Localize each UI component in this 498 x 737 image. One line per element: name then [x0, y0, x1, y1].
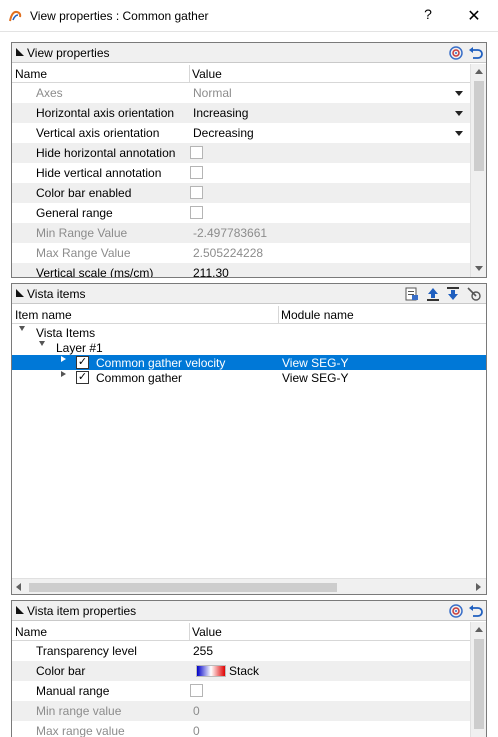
dropdown-arrow-icon[interactable] [455, 131, 463, 136]
view-properties-panel: View properties Name Value Axes Normal H… [11, 42, 487, 278]
hide-horizontal-annotation-checkbox[interactable] [190, 146, 203, 159]
scrollbar-thumb[interactable] [474, 81, 484, 171]
property-row-hide-horizontal-annotation[interactable]: Hide horizontal annotation [12, 143, 470, 163]
item-visibility-checkbox[interactable]: ✓ [76, 371, 89, 384]
expand-arrow-icon[interactable] [61, 356, 66, 362]
app-logo-icon [9, 10, 22, 22]
property-row-max-range-value[interactable]: Max range value 0 [12, 721, 470, 737]
panel-title: Vista item properties [27, 604, 137, 618]
expand-arrow-icon[interactable] [39, 341, 45, 346]
close-button[interactable]: ✕ [462, 6, 486, 26]
view-properties-column-header: Name Value [12, 65, 470, 83]
target-icon[interactable] [448, 603, 464, 619]
help-button[interactable]: ? [418, 6, 438, 26]
panel-title: Vista items [27, 287, 86, 301]
move-down-icon[interactable] [445, 286, 461, 302]
column-name-header[interactable]: Name [15, 625, 47, 639]
property-row-min-range-value[interactable]: Min range value 0 [12, 701, 470, 721]
property-row-hide-vertical-annotation[interactable]: Hide vertical annotation [12, 163, 470, 183]
scroll-left-icon[interactable] [16, 583, 21, 591]
target-icon[interactable] [448, 45, 464, 61]
vista-items-panel: Vista items Item name Module name Vista … [11, 283, 487, 595]
dropdown-arrow-icon[interactable] [455, 111, 463, 116]
scroll-down-icon[interactable] [475, 266, 483, 271]
column-name-header[interactable]: Name [15, 67, 47, 81]
property-row-axes[interactable]: Axes Normal [12, 83, 470, 103]
property-row-transparency-level[interactable]: Transparency level 255 [12, 641, 470, 661]
vista-item-properties-panel: Vista item properties Name Value Transpa… [11, 600, 487, 737]
scrollbar-thumb[interactable] [474, 639, 484, 729]
vista-item-properties-header: Vista item properties [12, 601, 486, 621]
scroll-up-icon[interactable] [475, 627, 483, 632]
hide-vertical-annotation-checkbox[interactable] [190, 166, 203, 179]
reset-icon[interactable] [468, 45, 484, 61]
property-row-color-bar-enabled[interactable]: Color bar enabled [12, 183, 470, 203]
item-module: View SEG-Y [282, 371, 349, 385]
tree-node-vista-items[interactable]: Vista Items [12, 325, 470, 340]
column-value-header[interactable]: Value [192, 67, 222, 81]
general-range-checkbox[interactable] [190, 206, 203, 219]
property-row-color-bar[interactable]: Color bar Stack [12, 661, 470, 681]
property-row-vertical-scale[interactable]: Vertical scale (ms/cm) 211.30 [12, 263, 470, 277]
scroll-right-icon[interactable] [476, 583, 481, 591]
collapse-triangle-icon[interactable] [16, 48, 24, 56]
scrollbar-thumb[interactable] [29, 583, 337, 592]
property-row-max-range-value[interactable]: Max Range Value 2.505224228 [12, 243, 470, 263]
vista-item-properties-scrollbar[interactable] [470, 622, 486, 737]
reset-icon[interactable] [468, 603, 484, 619]
property-row-horizontal-axis-orientation[interactable]: Horizontal axis orientation Increasing [12, 103, 470, 123]
item-module: View SEG-Y [282, 356, 349, 370]
column-item-name-header[interactable]: Item name [15, 308, 72, 322]
collapse-triangle-icon[interactable] [16, 289, 24, 297]
expand-arrow-icon[interactable] [61, 371, 66, 377]
column-value-header[interactable]: Value [192, 625, 222, 639]
tree-item-common-gather[interactable]: ✓ Common gather View SEG-Y [12, 370, 470, 385]
item-name: Common gather velocity [96, 356, 226, 370]
move-up-icon[interactable] [425, 286, 441, 302]
scroll-up-icon[interactable] [475, 69, 483, 74]
tree-item-common-gather-velocity[interactable]: ✓ Common gather velocity View SEG-Y [12, 355, 486, 370]
vista-item-properties-column-header: Name Value [12, 623, 470, 641]
property-row-manual-range[interactable]: Manual range [12, 681, 470, 701]
manual-range-checkbox[interactable] [190, 684, 203, 697]
collapse-triangle-icon[interactable] [16, 606, 24, 614]
item-visibility-checkbox[interactable]: ✓ [76, 356, 89, 369]
properties-icon[interactable] [404, 286, 420, 302]
title-bar: View properties : Common gather ? ✕ [0, 0, 498, 32]
tree-node-layer[interactable]: Layer #1 [12, 340, 470, 355]
property-row-general-range[interactable]: General range [12, 203, 470, 223]
window-title: View properties : Common gather [30, 9, 209, 23]
item-name: Common gather [96, 371, 183, 385]
vista-items-horizontal-scrollbar[interactable] [12, 578, 486, 594]
remove-icon[interactable] [466, 286, 482, 302]
property-row-vertical-axis-orientation[interactable]: Vertical axis orientation Decreasing [12, 123, 470, 143]
color-bar-swatch[interactable] [196, 665, 226, 677]
view-properties-scrollbar[interactable] [470, 64, 486, 277]
panel-title: View properties [27, 46, 110, 60]
dropdown-arrow-icon[interactable] [455, 91, 463, 96]
vista-items-header: Vista items [12, 284, 486, 304]
vista-items-column-header: Item name Module name [12, 306, 486, 324]
view-properties-header: View properties [12, 43, 486, 63]
property-row-min-range-value[interactable]: Min Range Value -2.497783661 [12, 223, 470, 243]
column-module-name-header[interactable]: Module name [281, 308, 354, 322]
color-bar-enabled-checkbox[interactable] [190, 186, 203, 199]
expand-arrow-icon[interactable] [19, 326, 25, 331]
